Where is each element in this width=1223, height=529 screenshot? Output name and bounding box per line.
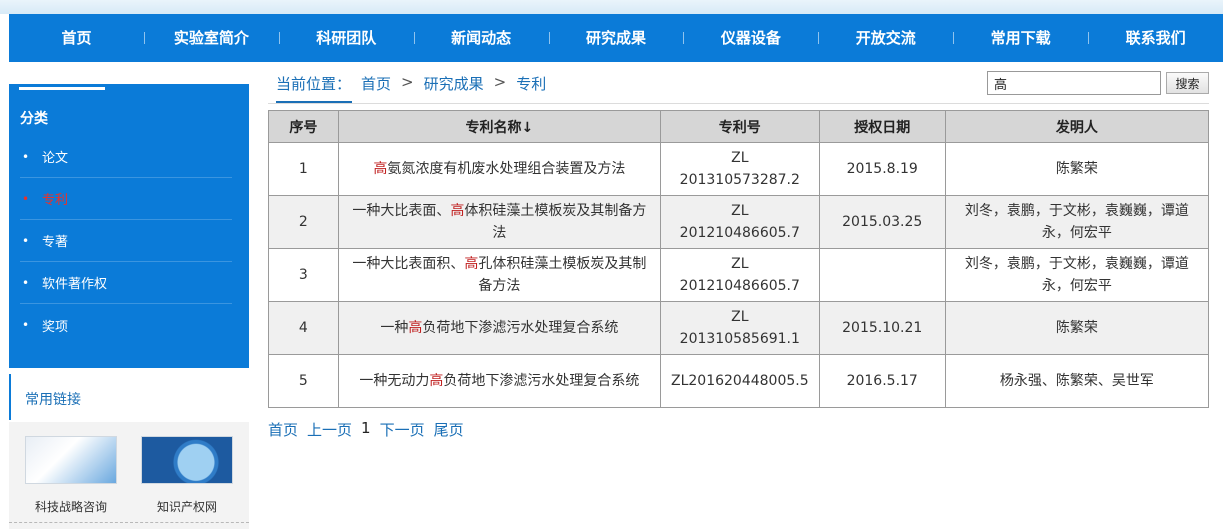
breadcrumb-home[interactable]: 首页 <box>361 73 391 94</box>
search-highlight: 高 <box>408 320 422 336</box>
sidebar-accent-line <box>19 87 105 90</box>
search-button[interactable]: 搜索 <box>1166 72 1209 94</box>
table-row: 3 一种大比表面积、高孔体积硅藻土模板炭及其制备方法 ZL 2012104866… <box>269 249 1209 302</box>
link-label: 知识产权网 <box>139 498 235 515</box>
top-strip <box>0 0 1223 14</box>
table-row: 1 高氨氮浓度有机废水处理组合装置及方法 ZL 201310573287.2 2… <box>269 143 1209 196</box>
cell-date: 2015.03.25 <box>819 196 945 249</box>
cell-no: 2 <box>269 196 339 249</box>
table-row: 4 一种高负荷地下渗滤污水处理复合系统 ZL 201310585691.1 20… <box>269 302 1209 355</box>
header-inventors: 发明人 <box>945 111 1208 143</box>
bullet-icon: • <box>20 234 42 248</box>
breadcrumb-prefix: 当前位置： <box>276 73 351 94</box>
pager-first[interactable]: 首页 <box>268 419 298 440</box>
cell-inventors: 刘冬，袁鹏，于文彬，袁巍巍，谭道永，何宏平 <box>945 249 1208 302</box>
pagination: 首页 上一页 1 下一页 尾页 <box>268 419 464 440</box>
cell-name[interactable]: 一种大比表面、高体积硅藻土模板炭及其制备方法 <box>338 196 660 249</box>
patent-table: 序号 专利名称↓ 专利号 授权日期 发明人 1 高氨氮浓度有机废水处理组合装置及… <box>268 110 1209 408</box>
links-divider <box>9 522 249 523</box>
sidebar-item-label: 专利 <box>42 189 68 208</box>
nav-downloads[interactable]: 常用下载 <box>953 14 1088 62</box>
cell-number: ZL 201310585691.1 <box>660 302 819 355</box>
cell-date <box>819 249 945 302</box>
link-strategy-consulting[interactable]: 科技战略咨询 <box>23 436 119 515</box>
sidebar-title: 分类 <box>20 108 48 128</box>
sidebar-item-label: 论文 <box>42 147 68 166</box>
sidebar-item-label: 专著 <box>42 231 68 250</box>
nav-research-results[interactable]: 研究成果 <box>549 14 684 62</box>
bullet-icon: • <box>20 318 42 332</box>
bullet-icon: • <box>20 192 42 206</box>
link-label: 科技战略咨询 <box>23 498 119 515</box>
links-title: 常用链接 <box>25 389 81 409</box>
header-no: 序号 <box>269 111 339 143</box>
cell-no: 4 <box>269 302 339 355</box>
breadcrumb-current[interactable]: 专利 <box>516 73 546 94</box>
header-date: 授权日期 <box>819 111 945 143</box>
sidebar-item-label: 奖项 <box>42 316 68 335</box>
search-highlight: 高 <box>429 373 443 389</box>
nav-research-team[interactable]: 科研团队 <box>279 14 414 62</box>
cell-number: ZL 201210486605.7 <box>660 196 819 249</box>
nav-news[interactable]: 新闻动态 <box>414 14 549 62</box>
pager-next[interactable]: 下一页 <box>380 419 425 440</box>
category-sidebar: 分类 • 论文 • 专利 • 专著 • 软件著作权 • 奖项 <box>9 84 249 368</box>
cell-name[interactable]: 一种大比表面积、高孔体积硅藻土模板炭及其制备方法 <box>338 249 660 302</box>
pager-prev[interactable]: 上一页 <box>307 419 352 440</box>
cell-name[interactable]: 高氨氮浓度有机废水处理组合装置及方法 <box>338 143 660 196</box>
nav-instruments[interactable]: 仪器设备 <box>683 14 818 62</box>
bullet-icon: • <box>20 276 42 290</box>
nav-contact[interactable]: 联系我们 <box>1088 14 1223 62</box>
cell-inventors: 刘冬，袁鹏，于文彬，袁巍巍，谭道永，何宏平 <box>945 196 1208 249</box>
cell-number: ZL201620448005.5 <box>660 355 819 408</box>
table-header-row: 序号 专利名称↓ 专利号 授权日期 发明人 <box>269 111 1209 143</box>
header-name[interactable]: 专利名称↓ <box>338 111 660 143</box>
header-number: 专利号 <box>660 111 819 143</box>
pager-last[interactable]: 尾页 <box>434 419 464 440</box>
main-nav: 首页 实验室简介 科研团队 新闻动态 研究成果 仪器设备 开放交流 常用下载 联… <box>9 14 1223 62</box>
sidebar-item-label: 软件著作权 <box>42 273 107 292</box>
cell-no: 5 <box>269 355 339 408</box>
links-box: 科技战略咨询 知识产权网 <box>9 422 249 529</box>
sidebar-item-software[interactable]: • 软件著作权 <box>20 262 232 304</box>
cell-inventors: 陈繁荣 <box>945 302 1208 355</box>
search-highlight: 高 <box>373 161 387 177</box>
links-header: 常用链接 <box>9 374 249 420</box>
sidebar-item-awards[interactable]: • 奖项 <box>20 304 232 346</box>
cell-number: ZL 201210486605.7 <box>660 249 819 302</box>
table-row: 2 一种大比表面、高体积硅藻土模板炭及其制备方法 ZL 201210486605… <box>269 196 1209 249</box>
bullet-icon: • <box>20 150 42 164</box>
cell-no: 3 <box>269 249 339 302</box>
cell-name[interactable]: 一种高负荷地下渗滤污水处理复合系统 <box>338 302 660 355</box>
cell-no: 1 <box>269 143 339 196</box>
nav-open-exchange[interactable]: 开放交流 <box>818 14 953 62</box>
sidebar-item-monographs[interactable]: • 专著 <box>20 220 232 262</box>
cell-date: 2015.8.19 <box>819 143 945 196</box>
nav-lab-intro[interactable]: 实验室简介 <box>144 14 279 62</box>
cell-date: 2016.5.17 <box>819 355 945 408</box>
table-row: 5 一种无动力高负荷地下渗滤污水处理复合系统 ZL201620448005.5 … <box>269 355 1209 408</box>
cell-number: ZL 201310573287.2 <box>660 143 819 196</box>
sidebar-item-papers[interactable]: • 论文 <box>20 136 232 178</box>
sidebar-item-patents[interactable]: • 专利 <box>20 178 232 220</box>
search-highlight: 高 <box>450 203 464 219</box>
pager-current: 1 <box>361 419 371 440</box>
breadcrumb-separator: > <box>494 73 507 94</box>
sidebar-list: • 论文 • 专利 • 专著 • 软件著作权 • 奖项 <box>20 136 232 346</box>
search-input[interactable] <box>987 71 1161 95</box>
cell-date: 2015.10.21 <box>819 302 945 355</box>
cell-name[interactable]: 一种无动力高负荷地下渗滤污水处理复合系统 <box>338 355 660 408</box>
breadcrumb-rule <box>268 103 1209 104</box>
search-highlight: 高 <box>464 256 478 272</box>
breadcrumb-separator: > <box>401 73 414 94</box>
cell-inventors: 陈繁荣 <box>945 143 1208 196</box>
globe-image <box>141 436 233 484</box>
breadcrumb: 当前位置： 首页 > 研究成果 > 专利 <box>276 73 546 94</box>
cell-inventors: 杨永强、陈繁荣、吴世军 <box>945 355 1208 408</box>
link-ip-network[interactable]: 知识产权网 <box>139 436 235 515</box>
breadcrumb-section[interactable]: 研究成果 <box>424 73 484 94</box>
nav-home[interactable]: 首页 <box>9 14 144 62</box>
strategy-book-image <box>25 436 117 484</box>
